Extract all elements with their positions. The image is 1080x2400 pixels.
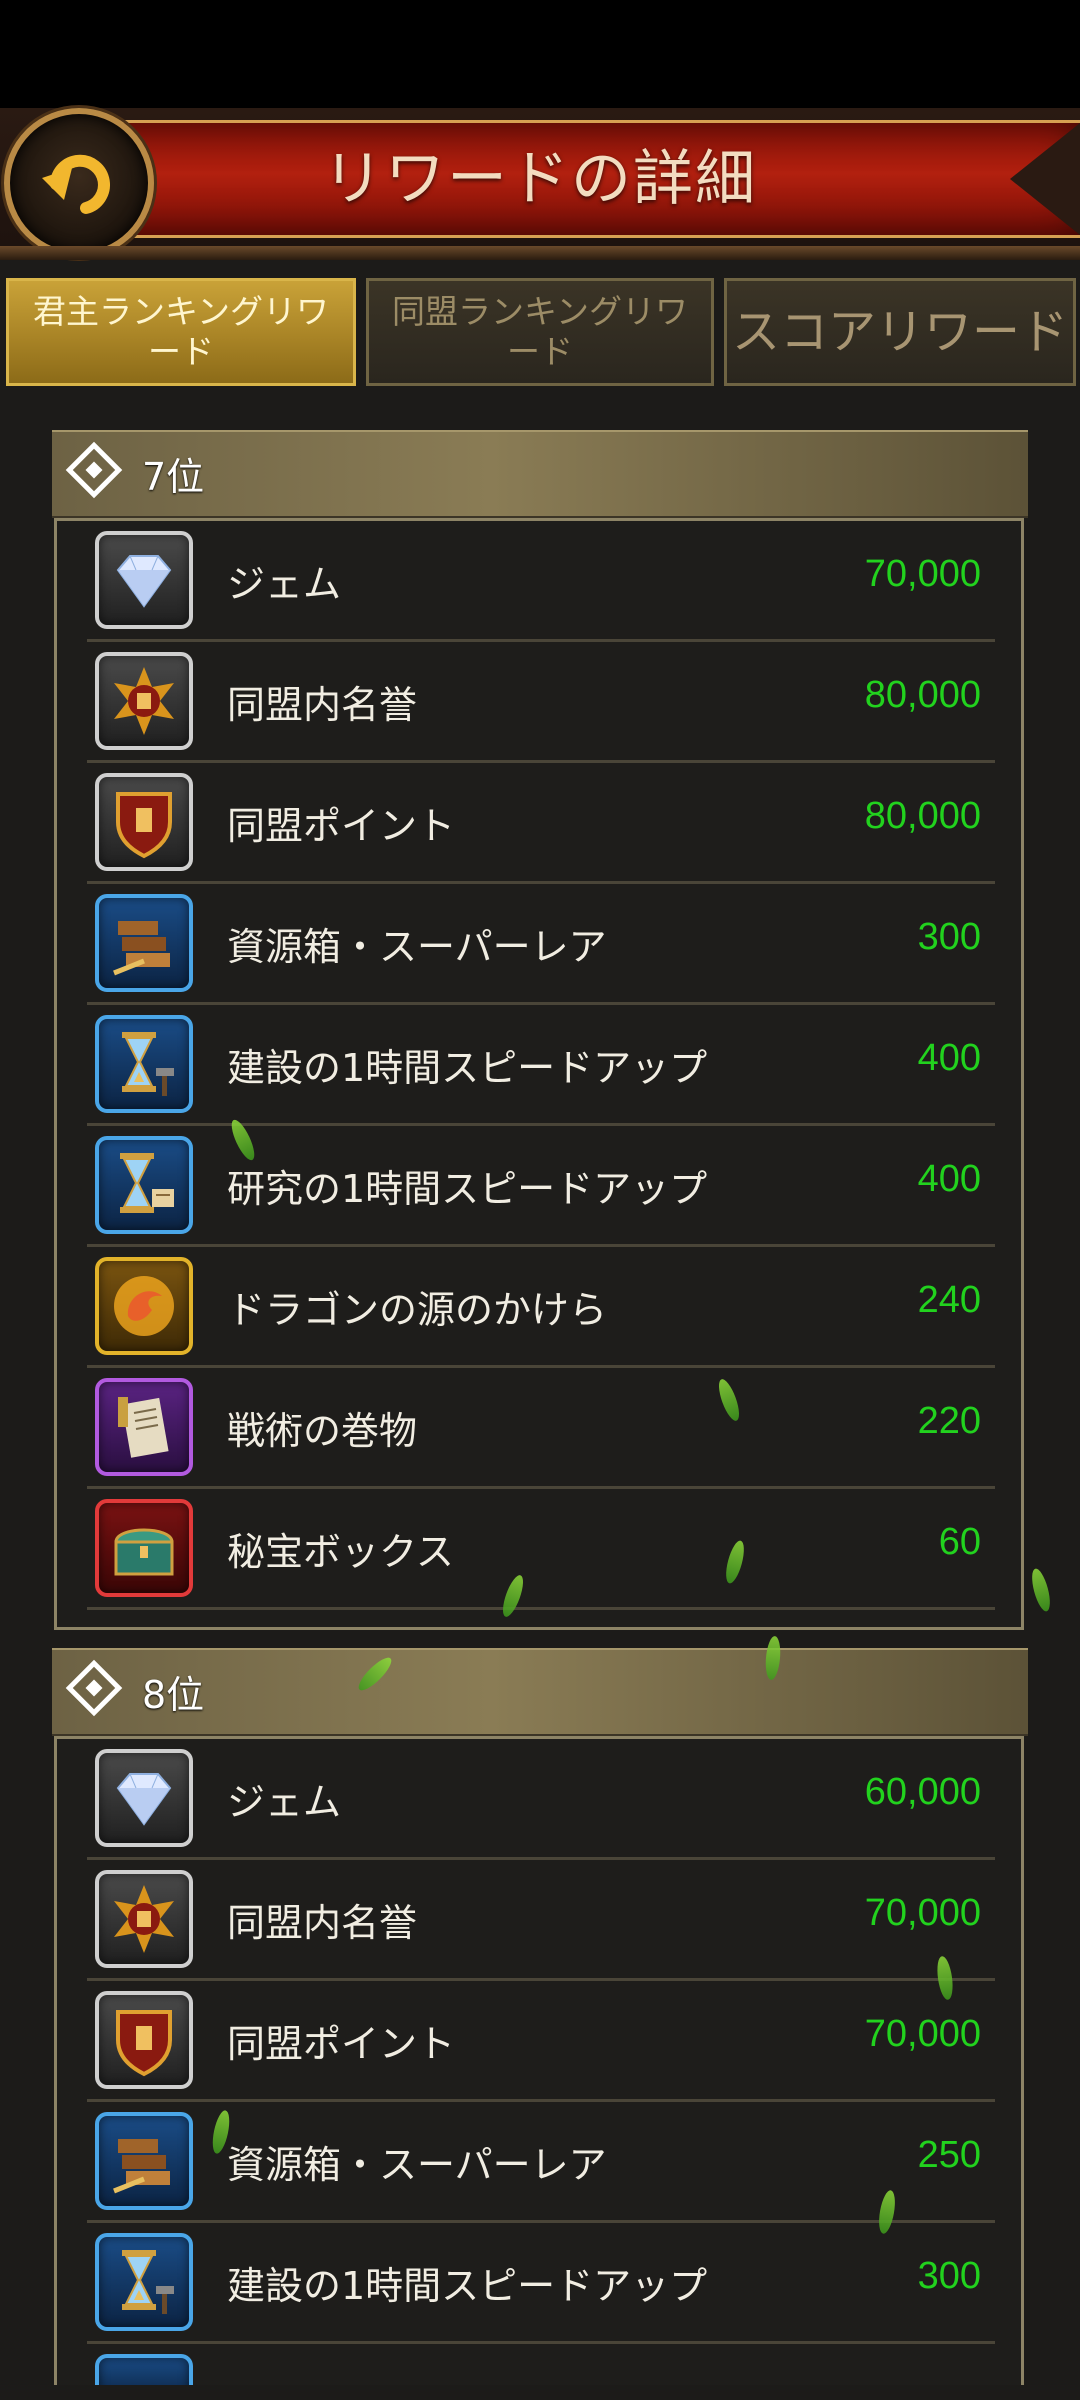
item-quantity: 60 bbox=[938, 1521, 981, 1563]
gem-icon bbox=[95, 1749, 193, 1847]
item-quantity: 400 bbox=[917, 1037, 981, 1079]
rank-header: 8位 bbox=[52, 1648, 1028, 1736]
item-quantity: 240 bbox=[917, 1279, 981, 1321]
item-quantity: 250 bbox=[917, 2134, 981, 2176]
item-name: 資源箱・スーパーレア bbox=[227, 925, 607, 969]
list-item: 研究の1時間スピードアップ 400 bbox=[87, 1126, 995, 1247]
item-name: 同盟ポイント bbox=[227, 804, 456, 848]
list-item: ジェム 60,000 bbox=[87, 1739, 995, 1860]
resource-chest-icon bbox=[95, 2112, 193, 2210]
item-name: 秘宝ボックス bbox=[227, 1530, 454, 1574]
alliance-honor-icon bbox=[95, 1870, 193, 1968]
list-item: ドラゴンの源のかけら 240 bbox=[87, 1247, 995, 1368]
item-name: 同盟内名誉 bbox=[227, 1901, 418, 1945]
item-quantity: 300 bbox=[917, 916, 981, 958]
tab-score-reward[interactable]: スコアリワード bbox=[724, 278, 1076, 386]
item-name: 同盟内名誉 bbox=[227, 683, 418, 727]
alliance-honor-icon bbox=[95, 652, 193, 750]
item-name: 研究の1時間スピードアップ bbox=[227, 1167, 708, 1211]
item-name: ジェム bbox=[227, 562, 342, 606]
tactics-scroll-icon bbox=[95, 1378, 193, 1476]
list-item: 秘宝ボックス 60 bbox=[87, 1489, 995, 1610]
build-speedup-icon bbox=[95, 1015, 193, 1113]
alliance-points-icon bbox=[95, 773, 193, 871]
header: リワードの詳細 bbox=[0, 108, 1080, 260]
research-speedup-icon bbox=[95, 1136, 193, 1234]
rank-label: 8位 bbox=[142, 1673, 205, 1717]
alliance-points-icon bbox=[95, 1991, 193, 2089]
item-name: ジェム bbox=[227, 1780, 342, 1824]
item-name: 建設の1時間スピードアップ bbox=[227, 1046, 708, 1090]
rank-header: 7位 bbox=[52, 430, 1028, 518]
status-bar bbox=[0, 0, 1080, 108]
list-item: 資源箱・スーパーレア 300 bbox=[87, 884, 995, 1005]
list-item: ジェム 70,000 bbox=[87, 521, 995, 642]
list-item: 戦術の巻物 220 bbox=[87, 1368, 995, 1489]
list-item: 同盟内名誉 80,000 bbox=[87, 642, 995, 763]
tab-bar: 君主ランキングリワード 同盟ランキングリワード スコアリワード bbox=[0, 272, 1080, 392]
diamond-icon bbox=[65, 441, 123, 499]
resource-chest-icon bbox=[95, 894, 193, 992]
tab-lord-ranking[interactable]: 君主ランキングリワード bbox=[6, 278, 356, 386]
reward-list: ジェム 60,000 同盟内名誉 70,000 同盟ポイント 70,000 資源… bbox=[54, 1736, 1024, 2399]
item-quantity: 70,000 bbox=[864, 1892, 981, 1934]
gem-icon bbox=[95, 531, 193, 629]
item-name: 資源箱・スーパーレア bbox=[227, 2143, 607, 2187]
leaf-decoration bbox=[1028, 1566, 1054, 1614]
treasure-box-icon bbox=[95, 1499, 193, 1597]
item-name: 同盟ポイント bbox=[227, 2022, 456, 2066]
tab-alliance-ranking[interactable]: 同盟ランキングリワード bbox=[366, 278, 714, 386]
list-item: 同盟ポイント 80,000 bbox=[87, 763, 995, 884]
reward-list: ジェム 70,000 同盟内名誉 80,000 同盟ポイント 80,000 資源… bbox=[54, 518, 1024, 1630]
item-quantity: 60,000 bbox=[864, 1771, 981, 1813]
item-quantity: 220 bbox=[917, 1400, 981, 1442]
item-name: 建設の1時間スピードアップ bbox=[227, 2264, 708, 2308]
item-name: 戦術の巻物 bbox=[227, 1409, 418, 1453]
list-item: 同盟ポイント 70,000 bbox=[87, 1981, 995, 2102]
rank-label: 7位 bbox=[142, 455, 205, 499]
item-quantity: 70,000 bbox=[864, 553, 981, 595]
list-item: 同盟内名誉 70,000 bbox=[87, 1860, 995, 1981]
item-quantity: 70,000 bbox=[864, 2013, 981, 2055]
back-button[interactable] bbox=[4, 108, 154, 258]
page-title: リワードの詳細 bbox=[323, 144, 757, 214]
diamond-icon bbox=[65, 1659, 123, 1717]
build-speedup-icon bbox=[95, 2233, 193, 2331]
item-quantity: 80,000 bbox=[864, 795, 981, 837]
item-quantity: 300 bbox=[917, 2255, 981, 2297]
item-name: ドラゴンの源のかけら bbox=[227, 1288, 608, 1332]
back-arrow-icon bbox=[42, 154, 110, 214]
dragon-shard-icon bbox=[95, 1257, 193, 1355]
list-item: 建設の1時間スピードアップ 300 bbox=[87, 2223, 995, 2344]
item-quantity: 80,000 bbox=[864, 674, 981, 716]
list-item: 建設の1時間スピードアップ 400 bbox=[87, 1005, 995, 1126]
item-quantity: 400 bbox=[917, 1158, 981, 1200]
